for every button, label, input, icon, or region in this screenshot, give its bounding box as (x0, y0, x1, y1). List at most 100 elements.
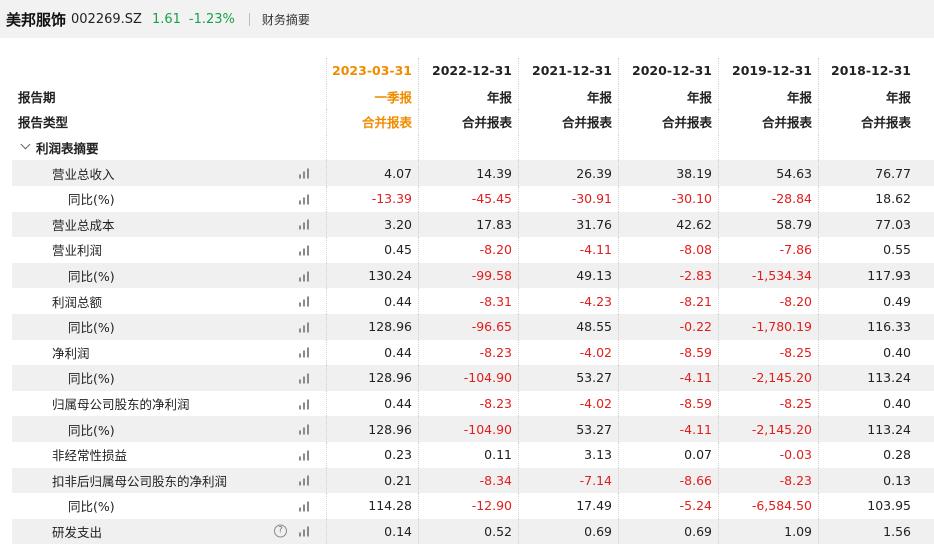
value-cell: 76.77 (818, 160, 926, 186)
value-cell: 2019-12-31 (718, 58, 818, 84)
value-cell: 0.44 (326, 390, 418, 417)
value-cell: -104.90 (418, 365, 518, 391)
row-label-text: 营业利润 (52, 243, 103, 259)
bar-chart-icon[interactable] (299, 526, 311, 537)
value-cell: 0.14 (326, 518, 418, 545)
table-row: 营业总成本 3.20 17.83 31.76 42.62 58.79 77.03 (12, 211, 934, 238)
empty-cell (518, 134, 618, 161)
row-label-text: 同比(%) (68, 422, 115, 438)
value-cell: 14.39 (418, 160, 518, 186)
value-cell: 2018-12-31 (818, 58, 926, 84)
value-cell: 0.11 (418, 441, 518, 468)
bar-chart-icon[interactable] (299, 321, 311, 333)
value-cell: -7.86 (718, 237, 818, 263)
value-cell: 130.24 (326, 262, 418, 289)
bar-chart-icon[interactable] (299, 424, 311, 435)
bar-chart-icon[interactable] (299, 168, 311, 179)
bar-chart-icon[interactable] (299, 500, 311, 512)
bar-chart-icon[interactable] (299, 193, 311, 205)
bar-chart-icon[interactable] (299, 347, 311, 358)
value-cell: 53.27 (518, 416, 618, 442)
value-cell: 114.28 (326, 493, 418, 519)
value-cell: 0.55 (818, 237, 926, 263)
row-label-text: 归属母公司股东的净利润 (52, 397, 190, 413)
value-cell: -8.31 (418, 288, 518, 314)
empty-cell (618, 134, 718, 161)
bar-chart-icon[interactable] (299, 449, 311, 461)
value-cell: 117.93 (818, 262, 926, 289)
value-cell: 53.27 (518, 365, 618, 391)
empty-cell (418, 134, 518, 161)
bar-chart-icon[interactable] (299, 219, 311, 230)
value-cell: -4.11 (618, 416, 718, 442)
bar-chart-icon[interactable] (299, 475, 311, 486)
value-cell: 合并报表 (718, 109, 818, 135)
value-cell: 0.21 (326, 467, 418, 494)
value-cell: -7.14 (518, 467, 618, 494)
value-cell: 合并报表 (518, 109, 618, 135)
row-label-text: 报告类型 (18, 115, 69, 131)
value-cell: -5.24 (618, 493, 718, 519)
value-cell: 77.03 (818, 211, 926, 238)
value-cell: -99.58 (418, 262, 518, 289)
value-cell: -8.66 (618, 467, 718, 494)
row-label: 同比(%) (12, 314, 326, 340)
section-toggle[interactable]: 利润表摘要 (12, 135, 326, 161)
help-icon[interactable]: ? (274, 524, 287, 538)
bar-chart-icon[interactable] (299, 244, 311, 256)
chevron-down-icon[interactable] (20, 139, 31, 150)
value-cell: 2020-12-31 (618, 58, 718, 84)
value-cell: 17.49 (518, 493, 618, 519)
value-cell: 38.19 (618, 160, 718, 186)
value-cell: 0.44 (326, 339, 418, 366)
section-row-income-summary[interactable]: 利润表摘要 (12, 134, 934, 161)
bar-chart-icon[interactable] (299, 372, 311, 384)
bar-chart-icon[interactable] (299, 296, 311, 307)
value-cell: 2023-03-31 (326, 58, 418, 84)
bar-chart-icon[interactable] (299, 398, 311, 410)
value-cell: -6,584.50 (718, 493, 818, 519)
value-cell: 2021-12-31 (518, 58, 618, 84)
row-label: 营业利润 (12, 237, 326, 263)
value-cell: 合并报表 (618, 109, 718, 135)
value-cell: -28.84 (718, 185, 818, 212)
value-cell: -2,145.20 (718, 416, 818, 442)
value-cell: -4.02 (518, 339, 618, 366)
empty-cell (326, 134, 418, 161)
stock-change: -1.23% (188, 11, 235, 27)
row-label-text: 同比(%) (68, 192, 115, 208)
value-cell: -4.23 (518, 288, 618, 314)
section-label: 利润表摘要 (36, 141, 99, 157)
empty-cell (818, 134, 926, 161)
financial-summary-table: 2023-03-31 2022-12-31 2021-12-31 2020-12-31… (12, 58, 934, 545)
row-label-text: 利润总额 (52, 294, 103, 310)
value-cell: 0.52 (418, 518, 518, 545)
value-cell: -4.11 (518, 237, 618, 263)
bar-chart-icon[interactable] (299, 270, 311, 282)
value-cell: -8.20 (718, 288, 818, 314)
row-label (12, 58, 326, 84)
value-cell: -8.23 (418, 390, 518, 417)
value-cell: -4.02 (518, 390, 618, 417)
value-cell: 4.07 (326, 160, 418, 186)
value-cell: 0.49 (818, 288, 926, 314)
table-row: 利润总额 0.44 -8.31 -4.23 -8.21 -8.20 0.49 (12, 288, 934, 314)
value-cell: 128.96 (326, 313, 418, 340)
row-label: 利润总额 (12, 288, 326, 314)
value-cell: -104.90 (418, 416, 518, 442)
stock-name[interactable]: 美邦服饰 (6, 9, 66, 30)
value-cell: -1,534.34 (718, 262, 818, 289)
value-cell: 58.79 (718, 211, 818, 238)
row-label: 营业总收入 (12, 160, 326, 186)
row-label-text: 同比(%) (68, 371, 115, 387)
row-label: 研发支出? (12, 519, 326, 545)
value-cell: 113.24 (818, 365, 926, 391)
row-label: 归属母公司股东的净利润 (12, 391, 326, 417)
value-cell: 0.23 (326, 441, 418, 468)
tab-financial-summary[interactable]: 财务摘要 (262, 11, 310, 28)
row-label-text: 报告期 (18, 89, 56, 105)
row-label: 报告期 (12, 84, 326, 110)
row-label-text: 净利润 (52, 345, 90, 361)
value-cell: 1.56 (818, 518, 926, 545)
value-cell: -2.83 (618, 262, 718, 289)
